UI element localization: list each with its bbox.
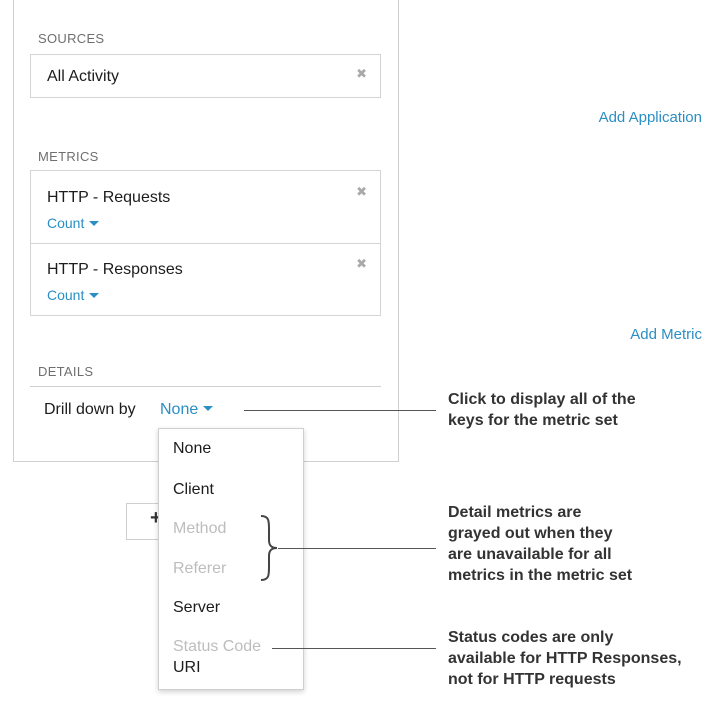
drill-down-label: Drill down by <box>44 401 136 418</box>
callout-grayed-out: Detail metrics are grayed out when they … <box>448 502 632 586</box>
callout-status-codes: Status codes are only available for HTTP… <box>448 627 682 690</box>
callout-leader-line <box>278 548 436 549</box>
drill-down-dropdown[interactable]: None <box>160 401 214 419</box>
sources-section-label: SOURCES <box>38 31 105 46</box>
source-card: All Activity ✖ <box>30 54 381 98</box>
aggregation-label: Count <box>47 215 85 231</box>
drill-down-value: None <box>160 401 199 418</box>
menu-item-method: Method <box>173 520 227 537</box>
menu-item-uri: URI <box>173 659 201 676</box>
remove-source-close-icon[interactable]: ✖ <box>356 67 367 80</box>
metric-aggregation-dropdown[interactable]: Count <box>47 215 100 231</box>
menu-item-server[interactable]: Server <box>173 599 220 617</box>
menu-item-client[interactable]: Client <box>173 481 214 499</box>
menu-item-status-code: Status Code <box>173 638 262 655</box>
metrics-section-label: METRICS <box>38 149 99 164</box>
caret-down-icon <box>203 406 214 412</box>
menu-item-none[interactable]: None <box>173 440 211 458</box>
details-divider <box>30 386 381 387</box>
callout-line: Detail metrics are <box>448 504 582 521</box>
callout-leader-line <box>244 410 436 411</box>
caret-down-icon <box>89 292 100 298</box>
callout-line: not for HTTP requests <box>448 671 616 688</box>
details-section-label: DETAILS <box>38 364 94 379</box>
callout-drill-down: Click to display all of the keys for the… <box>448 389 636 431</box>
metrics-card-list: HTTP - Requests ✖ Count HTTP - Responses… <box>30 170 381 316</box>
caret-down-icon <box>89 220 100 226</box>
callout-leader-line <box>272 648 436 649</box>
add-metric-link[interactable]: Add Metric <box>630 326 702 343</box>
metric-divider <box>31 243 380 244</box>
add-application-link[interactable]: Add Application <box>599 109 702 126</box>
remove-metric-close-icon[interactable]: ✖ <box>356 185 367 198</box>
source-title: All Activity <box>47 68 120 85</box>
aggregation-label: Count <box>47 287 85 303</box>
remove-metric-close-icon[interactable]: ✖ <box>356 257 367 270</box>
metric-title: HTTP - Requests <box>47 189 171 206</box>
callout-line: available for HTTP Responses, <box>448 650 682 667</box>
callout-line: Click to display all of the <box>448 391 636 408</box>
callout-line: Status codes are only <box>448 629 614 646</box>
menu-item-referer: Referer <box>173 560 227 577</box>
callout-line: are unavailable for all <box>448 546 612 563</box>
callout-line: grayed out when they <box>448 525 613 542</box>
metric-title: HTTP - Responses <box>47 261 183 278</box>
callout-line: metrics in the metric set <box>448 567 633 584</box>
callout-line: keys for the metric set <box>448 412 618 429</box>
metric-aggregation-dropdown[interactable]: Count <box>47 287 100 303</box>
